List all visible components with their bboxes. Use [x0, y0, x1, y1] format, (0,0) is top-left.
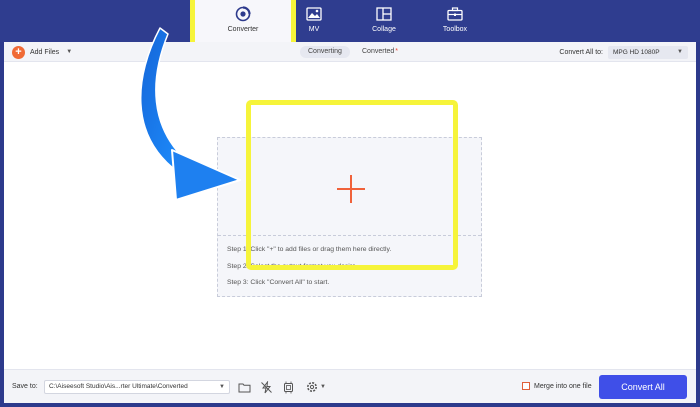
lightning-off-icon [260, 380, 272, 393]
top-navigation: Converter MV Collage Toolbox [0, 0, 700, 52]
output-format-select[interactable]: MPG HD 1080P ▼ [608, 45, 688, 59]
save-path-value: C:\Aiseesoft Studio\Ais...rter Ultimate\… [49, 383, 188, 390]
subtab-converted[interactable]: Converted* [362, 46, 398, 58]
convert-all-button[interactable]: Convert All [599, 375, 687, 399]
gpu-chip-icon [283, 381, 293, 393]
instruction-step-1: Step 1: Click "+" to add files or drag t… [227, 246, 392, 253]
chevron-down-icon: ▼ [677, 49, 683, 55]
add-file-plus-icon[interactable] [337, 175, 365, 203]
subtab-converting[interactable]: Converting [300, 46, 350, 58]
output-format-value: MPG HD 1080P [613, 48, 660, 56]
converter-panel: + Add Files ▼ Converting Converted* Conv… [4, 42, 696, 403]
file-drop-zone[interactable]: Step 1: Click "+" to add files or drag t… [217, 137, 482, 297]
chevron-down-icon: ▼ [219, 384, 225, 390]
open-folder-button[interactable] [236, 379, 252, 395]
subtab-converted-label: Converted [362, 48, 395, 55]
save-to-label: Save to: [12, 383, 38, 390]
converter-toolbar: + Add Files ▼ Converting Converted* Conv… [4, 42, 696, 62]
chevron-down-icon: ▼ [320, 384, 326, 390]
merge-checkbox[interactable] [522, 382, 530, 390]
tab-converter[interactable]: Converter [211, 0, 275, 42]
convert-all-to-label: Convert All to: [559, 48, 603, 56]
instruction-step-2: Step 2: Select the output format you des… [227, 263, 358, 270]
converter-icon [235, 6, 251, 22]
tab-collage[interactable]: Collage [352, 0, 416, 42]
merge-label: Merge into one file [534, 382, 592, 390]
instruction-step-3: Step 3: Click "Convert All" to start. [227, 279, 330, 286]
save-path-select[interactable]: C:\Aiseesoft Studio\Ais...rter Ultimate\… [44, 380, 230, 394]
mv-image-icon [306, 6, 322, 22]
gpu-acceleration-button[interactable] [280, 379, 296, 395]
collage-icon [376, 6, 392, 22]
drop-area[interactable] [218, 138, 481, 236]
hardware-acceleration-button[interactable] [258, 379, 274, 395]
add-circle-icon: + [12, 45, 25, 59]
bottom-bar: Save to: C:\Aiseesoft Studio\Ais...rter … [4, 369, 696, 403]
chevron-down-icon[interactable]: ▼ [66, 49, 72, 55]
tab-mv-label: MV [308, 26, 320, 33]
merge-option: Merge into one file [522, 382, 592, 390]
tab-converter-label: Converter [227, 26, 259, 33]
subtab-converting-label: Converting [308, 48, 342, 55]
toolbox-icon [447, 6, 463, 22]
tab-toolbox[interactable]: Toolbox [423, 0, 487, 42]
tab-mv[interactable]: MV [282, 0, 346, 42]
add-files-button[interactable]: + Add Files ▼ [12, 45, 72, 59]
new-badge: * [395, 48, 399, 55]
tab-toolbox-label: Toolbox [442, 26, 468, 33]
add-files-label: Add Files [30, 48, 60, 56]
tab-collage-label: Collage [372, 26, 396, 33]
settings-button[interactable]: ▼ [303, 379, 329, 395]
convert-all-to: Convert All to: MPG HD 1080P ▼ [559, 45, 688, 59]
gear-icon [307, 382, 318, 392]
folder-icon [238, 383, 250, 392]
